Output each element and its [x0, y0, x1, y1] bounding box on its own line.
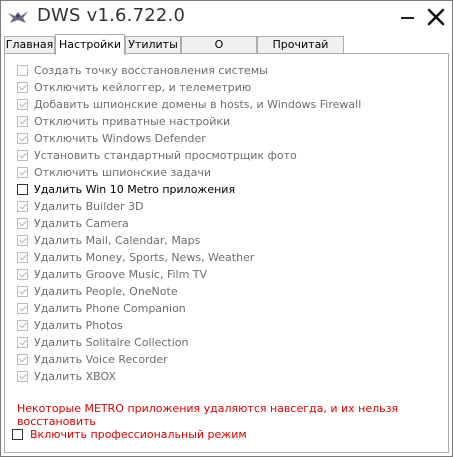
metro-warning-text: Некоторые METRO приложения удаляются нав…	[17, 402, 399, 428]
tab-utilities[interactable]: Утилиты	[125, 36, 181, 53]
option-checkbox	[17, 64, 28, 76]
option-checkbox	[17, 115, 28, 127]
title-bar[interactable]: DWS v1.6.722.0	[1, 1, 452, 35]
option-row: Добавить шпионские домены в hosts, и Win…	[17, 96, 361, 112]
option-row: Удалить Mail, Calendar, Maps	[17, 232, 200, 248]
option-row: Установить стандартный просмотрщик фото	[17, 147, 297, 163]
option-checkbox	[17, 132, 28, 144]
option-checkbox	[17, 285, 28, 297]
option-checkbox	[17, 268, 28, 280]
option-checkbox	[17, 251, 28, 263]
option-checkbox	[17, 166, 28, 178]
app-window: DWS v1.6.722.0 Главная Настройки Утилиты…	[0, 0, 453, 457]
option-checkbox	[17, 217, 28, 229]
option-label: Создать точку восстановления системы	[34, 63, 268, 77]
option-checkbox	[17, 149, 28, 161]
option-label: Удалить Voice Recorder	[34, 352, 168, 366]
option-label: Удалить Mail, Calendar, Maps	[34, 233, 201, 247]
option-row: Отключить приватные настройки	[17, 113, 230, 129]
option-row: Удалить Camera	[17, 215, 129, 231]
bird-logo-icon	[8, 11, 28, 23]
option-row: Удалить Voice Recorder	[17, 351, 168, 367]
option-row: Удалить Money, Sports, News, Weather	[17, 249, 254, 265]
option-label: Отключить кейлоггер, и телеметрию	[34, 80, 252, 94]
option-label: Удалить Phone Companion	[34, 301, 186, 315]
option-label: Удалить Win 10 Metro приложения	[34, 182, 236, 196]
window-title: DWS v1.6.722.0	[37, 5, 186, 26]
option-row: Удалить Groove Music, Film TV	[17, 266, 207, 282]
close-button[interactable]	[425, 5, 447, 29]
option-checkbox	[17, 353, 28, 365]
option-row: Удалить Builder 3D	[17, 198, 143, 214]
option-checkbox	[17, 319, 28, 331]
option-row: Удалить XBOX	[17, 368, 116, 384]
tab-strip: Главная Настройки Утилиты О программе Пр…	[4, 34, 450, 67]
option-row: Удалить Phone Companion	[17, 300, 186, 316]
option-label: Отключить приватные настройки	[34, 114, 231, 128]
option-checkbox	[17, 302, 28, 314]
tab-about[interactable]: О программе	[181, 36, 257, 67]
pro-mode-label: Включить профессиональный режим	[30, 427, 247, 441]
option-row: Удалить Solitaire Collection	[17, 334, 189, 350]
option-label: Удалить Builder 3D	[34, 199, 144, 213]
tab-main[interactable]: Главная	[4, 36, 55, 53]
option-row[interactable]: Удалить Win 10 Metro приложения	[17, 181, 235, 197]
settings-panel: Создать точку восстановления системы Откл…	[4, 53, 449, 453]
option-label: Удалить XBOX	[34, 369, 116, 383]
option-row: Удалить Photos	[17, 317, 123, 333]
option-label: Удалить Camera	[34, 216, 129, 230]
option-checkbox	[17, 370, 28, 382]
option-row: Удалить People, OneNote	[17, 283, 178, 299]
option-row: Отключить шпионские задачи	[17, 164, 211, 180]
pro-mode-checkbox[interactable]	[12, 428, 23, 440]
option-label: Удалить Solitaire Collection	[34, 335, 189, 349]
option-checkbox	[17, 200, 28, 212]
option-row: Создать точку восстановления системы	[17, 62, 268, 78]
option-checkbox	[17, 98, 28, 110]
option-checkbox	[17, 336, 28, 348]
option-label: Удалить Photos	[34, 318, 123, 332]
option-row: Отключить кейлоггер, и телеметрию	[17, 79, 251, 95]
minimize-button[interactable]	[397, 9, 417, 27]
option-checkbox	[17, 234, 28, 246]
option-label: Удалить People, OneNote	[34, 284, 178, 298]
tab-readme[interactable]: Прочитай меня	[257, 36, 344, 67]
option-label: Удалить Money, Sports, News, Weather	[34, 250, 255, 264]
option-label: Отключить шпионские задачи	[34, 165, 212, 179]
option-label: Установить стандартный просмотрщик фото	[34, 148, 297, 162]
tab-settings[interactable]: Настройки	[55, 34, 125, 55]
option-label: Отключить Windows Defender	[34, 131, 206, 145]
option-row: Отключить Windows Defender	[17, 130, 206, 146]
option-checkbox	[17, 81, 28, 93]
option-label: Добавить шпионские домены в hosts, и Win…	[34, 97, 362, 111]
option-checkbox[interactable]	[17, 183, 28, 195]
pro-mode-option[interactable]: Включить профессиональный режим	[12, 426, 247, 442]
close-icon	[427, 8, 445, 26]
option-label: Удалить Groove Music, Film TV	[34, 267, 208, 281]
